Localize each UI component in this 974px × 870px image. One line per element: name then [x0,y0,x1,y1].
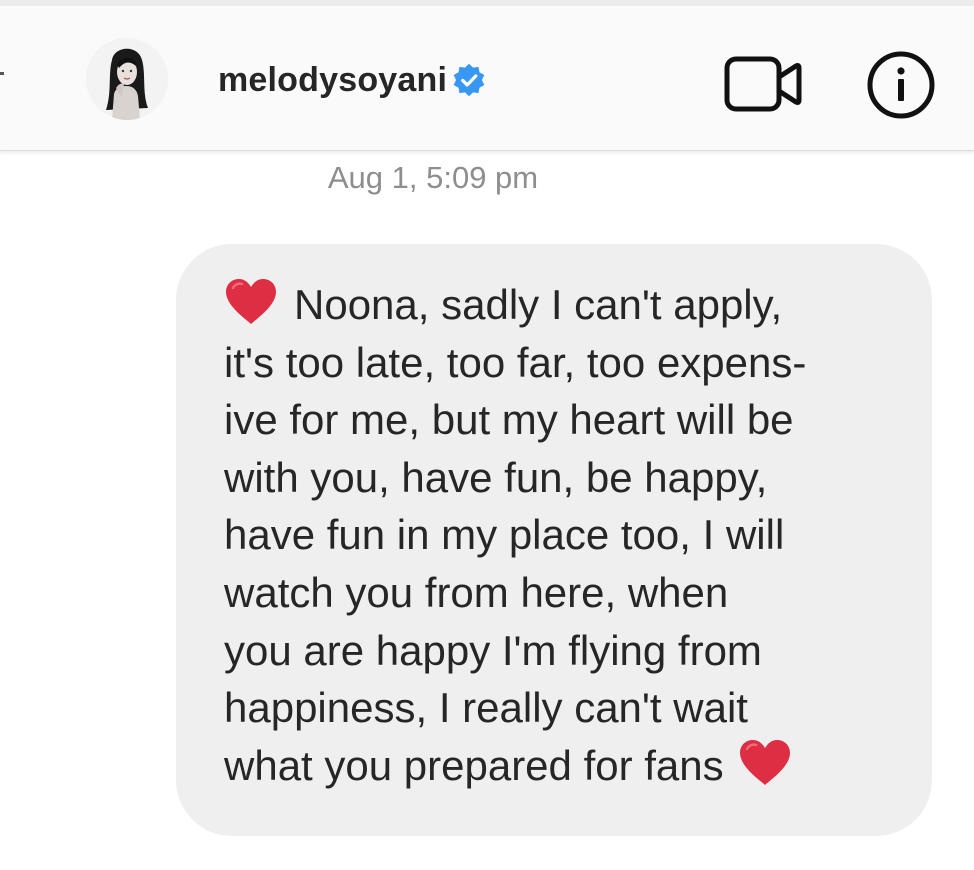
dm-thread-screen: melodysoyani Aug 1, 5:09 pm Noona, sadly… [0,0,974,870]
message-text: watch you from here, when [224,568,729,616]
red-heart-icon [226,279,276,324]
message-text: happiness, I really can't wait [224,684,748,732]
message-bubble[interactable]: Noona, sadly I can't apply, it's too lat… [176,244,932,836]
message-line: with you, have fun, be happy, [224,449,902,507]
avatar[interactable] [86,38,168,120]
back-arrow-icon[interactable] [0,72,4,75]
message-timestamp: Aug 1, 5:09 pm [327,160,539,195]
message-line: watch you from here, when [224,564,902,622]
message-text: with you, have fun, be happy, [224,453,768,501]
message-text: it's too late, too far, too expens- [224,338,807,386]
video-camera-icon [724,56,802,112]
message-text: have fun in my place too, I will [224,511,785,559]
video-call-button[interactable] [724,56,802,112]
username: melodysoyani [218,60,448,99]
message-line: ive for me, but my heart will be [224,391,902,449]
message-line: you are happy I'm flying from [224,622,902,680]
info-button[interactable] [866,50,936,120]
message-line: what you prepared for fans [224,737,902,795]
message-text: Noona, sadly I can't apply, [294,281,783,328]
username-row[interactable]: melodysoyani [218,58,487,102]
message-text: you are happy I'm flying from [224,626,762,674]
red-heart-icon [739,739,790,785]
message-line: it's too late, too far, too expens- [224,334,902,392]
verified-badge-icon [453,63,485,97]
info-icon [867,51,935,119]
message-text: what you prepared for fans [224,741,724,789]
message-line: happiness, I really can't wait [224,679,902,737]
message-line: Noona, sadly I can't apply, [224,276,902,334]
message-text: ive for me, but my heart will be [224,396,794,444]
chat-header: melodysoyani [0,6,974,151]
message-line: have fun in my place too, I will [224,506,902,564]
